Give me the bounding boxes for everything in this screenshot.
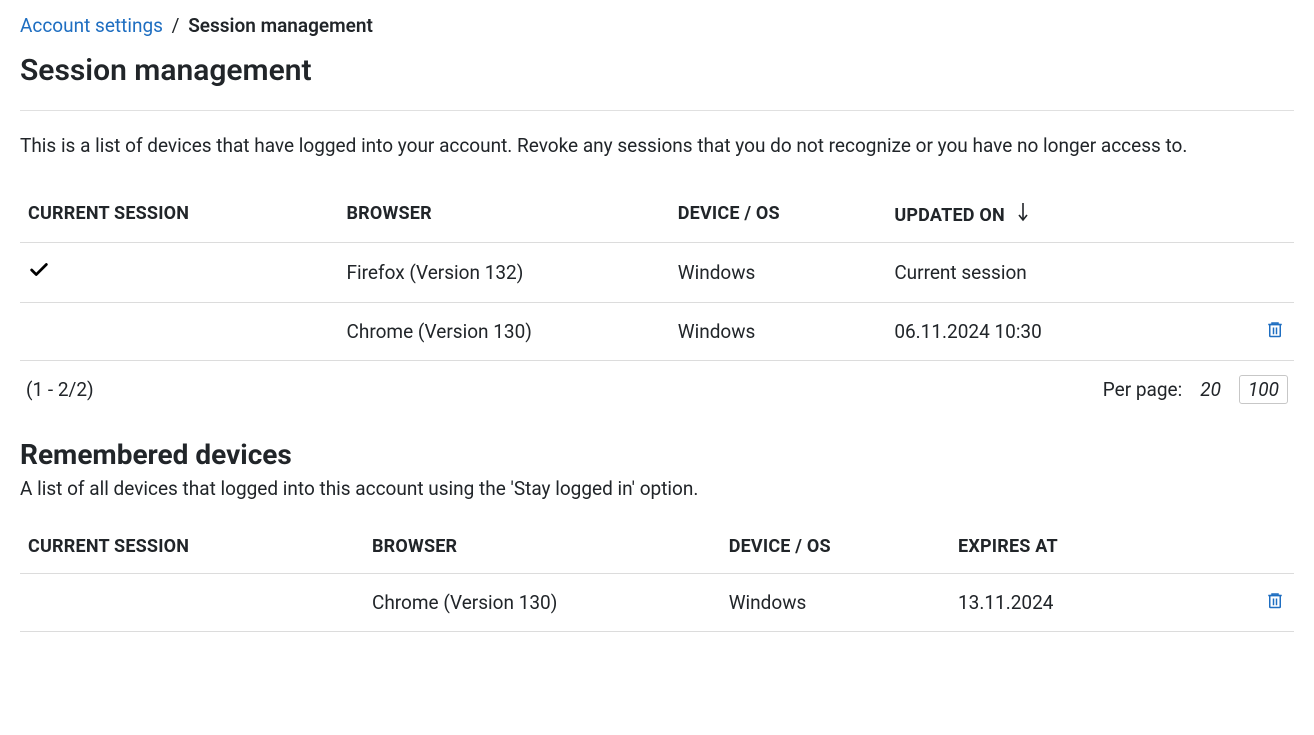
col-current-session[interactable]: CURRENT SESSION (20, 191, 339, 243)
delete-remembered-device-button[interactable] (1266, 590, 1284, 610)
cell-actions (1230, 303, 1294, 361)
col-updated-on-label: UPDATED ON (894, 205, 1005, 226)
pager-controls: Per page: 20 100 (1103, 375, 1288, 404)
col-updated-on[interactable]: UPDATED ON (886, 191, 1230, 243)
cell-updated: Current session (886, 243, 1230, 303)
breadcrumb-link-account-settings[interactable]: Account settings (20, 14, 163, 37)
col-actions (1230, 191, 1294, 243)
cell-actions (1230, 574, 1294, 632)
col-device-os[interactable]: DEVICE / OS (670, 191, 887, 243)
cell-device: Windows (721, 574, 950, 632)
col-browser[interactable]: BROWSER (364, 526, 721, 574)
check-icon (28, 259, 50, 281)
cell-browser: Chrome (Version 130) (364, 574, 721, 632)
cell-device: Windows (670, 243, 887, 303)
cell-current-indicator (20, 303, 339, 361)
pager-range: (1 - 2/2) (26, 378, 94, 401)
remembered-devices-title: Remembered devices (20, 438, 1294, 471)
cell-browser: Firefox (Version 132) (339, 243, 670, 303)
divider (20, 110, 1294, 111)
pager: (1 - 2/2) Per page: 20 100 (20, 361, 1294, 412)
breadcrumb-current: Session management (188, 14, 373, 37)
sessions-description: This is a list of devices that have logg… (20, 131, 1294, 161)
breadcrumb-separator: / (172, 14, 180, 37)
col-browser[interactable]: BROWSER (339, 191, 670, 243)
breadcrumb: Account settings / Session management (20, 14, 1294, 37)
sort-desc-icon (1018, 202, 1028, 222)
cell-expires: 13.11.2024 (950, 574, 1230, 632)
remembered-devices-table: CURRENT SESSION BROWSER DEVICE / OS EXPI… (20, 526, 1294, 632)
col-device-os[interactable]: DEVICE / OS (721, 526, 950, 574)
remembered-devices-description: A list of all devices that logged into t… (20, 477, 1294, 500)
table-row: Chrome (Version 130) Windows 13.11.2024 (20, 574, 1294, 632)
per-page-label: Per page: (1103, 378, 1182, 401)
sessions-table: CURRENT SESSION BROWSER DEVICE / OS UPDA… (20, 191, 1294, 361)
per-page-option-20[interactable]: 20 (1192, 376, 1229, 403)
cell-updated: 06.11.2024 10:30 (886, 303, 1230, 361)
col-expires-at[interactable]: EXPIRES AT (950, 526, 1230, 574)
delete-session-button[interactable] (1266, 319, 1284, 339)
page-title: Session management (20, 53, 1294, 88)
col-current-session[interactable]: CURRENT SESSION (20, 526, 364, 574)
cell-browser: Chrome (Version 130) (339, 303, 670, 361)
per-page-option-100[interactable]: 100 (1239, 375, 1288, 404)
table-row: Firefox (Version 132) Windows Current se… (20, 243, 1294, 303)
cell-actions (1230, 243, 1294, 303)
col-actions (1230, 526, 1294, 574)
table-row: Chrome (Version 130) Windows 06.11.2024 … (20, 303, 1294, 361)
cell-device: Windows (670, 303, 887, 361)
cell-current-indicator (20, 243, 339, 303)
cell-current-indicator (20, 574, 364, 632)
